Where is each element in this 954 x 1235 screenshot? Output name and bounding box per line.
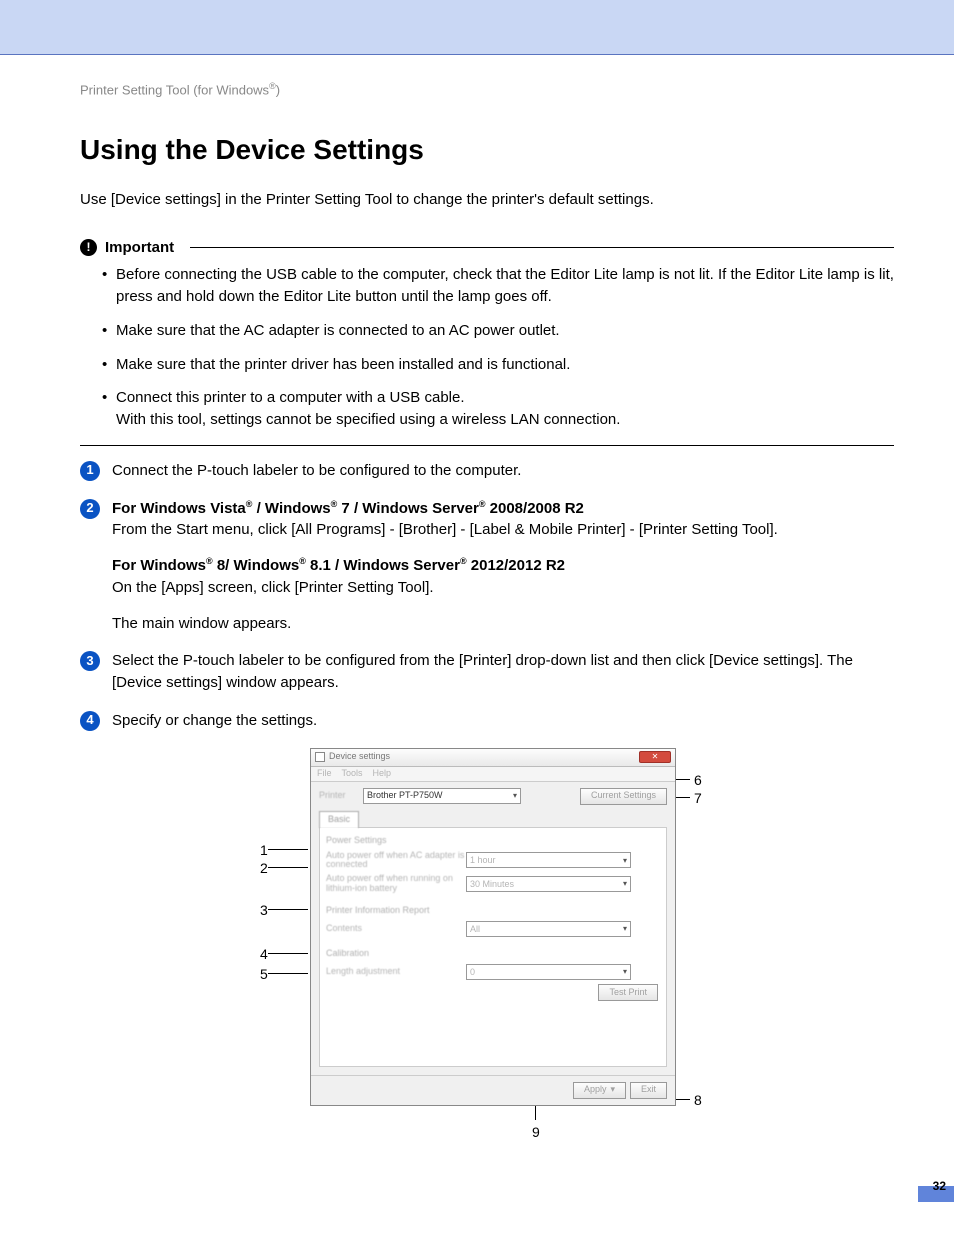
top-header-bar (0, 0, 954, 55)
important-label: Important (105, 237, 174, 259)
important-item: Make sure that the printer driver has be… (102, 354, 894, 376)
printer-value: Brother PT-P750W (367, 789, 443, 802)
window-icon (315, 752, 325, 762)
callout-5: 5 (260, 964, 308, 984)
group-cal-title: Calibration (326, 947, 660, 960)
important-icon: ! (80, 239, 97, 256)
important-section: ! Important Before connecting the USB ca… (80, 231, 894, 431)
callout-7: 7 (676, 788, 702, 808)
screenshot-with-callouts: 1 2 3 4 5 6 7 8 9 Device settings ✕ File… (280, 748, 710, 1106)
device-settings-screenshot: Device settings ✕ File Tools Help Printe… (310, 748, 676, 1106)
running-head-text: Printer Setting Tool (for Windows (80, 82, 269, 97)
menu-file[interactable]: File (317, 767, 332, 780)
printer-label: Printer (319, 789, 355, 802)
printer-combo[interactable]: Brother PT-P750W ▾ (363, 788, 521, 804)
current-settings-button[interactable]: Current Settings (580, 788, 667, 805)
opt2-label: Auto power off when running on lithium-i… (326, 874, 466, 894)
apply-button[interactable]: Apply▾ (573, 1082, 626, 1099)
page-number: 32 (933, 1178, 946, 1195)
chevron-down-icon: ▾ (513, 790, 517, 802)
callout-2: 2 (260, 858, 308, 878)
callout-8: 8 (676, 1090, 702, 1110)
chevron-down-icon: ▾ (623, 878, 627, 890)
chevron-down-icon: ▾ (623, 923, 627, 935)
step-body: Specify or change the settings. (112, 710, 894, 732)
step-number-badge: 1 (80, 461, 100, 481)
tab-basic[interactable]: Basic (319, 811, 359, 828)
step2-heading1: For Windows Vista® / Windows® 7 / Window… (112, 500, 584, 517)
page-title: Using the Device Settings (80, 130, 894, 171)
exit-button[interactable]: Exit (630, 1082, 667, 1099)
step-number-badge: 3 (80, 651, 100, 671)
group-info-title: Printer Information Report (326, 904, 660, 917)
menu-tools[interactable]: Tools (342, 767, 363, 780)
step: 2 For Windows Vista® / Windows® 7 / Wind… (80, 498, 894, 635)
chevron-down-icon: ▾ (623, 855, 627, 867)
steps-list: 1 Connect the P-touch labeler to be conf… (80, 460, 894, 732)
opt4-label: Length adjustment (326, 967, 466, 977)
step-body: Connect the P-touch labeler to be config… (112, 460, 894, 482)
page-content: Printer Setting Tool (for Windows®) Usin… (0, 55, 954, 1206)
close-icon[interactable]: ✕ (639, 751, 671, 763)
callout-3: 3 (260, 900, 308, 920)
step-number-badge: 2 (80, 499, 100, 519)
step-body: Select the P-touch labeler to be configu… (112, 650, 894, 694)
menubar: File Tools Help (311, 767, 675, 782)
intro-paragraph: Use [Device settings] in the Printer Set… (80, 189, 894, 211)
chevron-down-icon: ▾ (610, 1083, 615, 1096)
chevron-down-icon: ▾ (623, 966, 627, 978)
important-item: Before connecting the USB cable to the c… (102, 264, 894, 308)
window-titlebar: Device settings ✕ (311, 749, 675, 767)
important-item: Make sure that the AC adapter is connect… (102, 320, 894, 342)
step2-body3: The main window appears. (112, 613, 894, 635)
opt3-label: Contents (326, 924, 466, 934)
opt3-combo[interactable]: All▾ (466, 921, 631, 937)
opt2-combo[interactable]: 30 Minutes▾ (466, 876, 631, 892)
reg-mark: ® (269, 81, 276, 91)
step2-body1: From the Start menu, click [All Programs… (112, 521, 778, 538)
running-head-close: ) (276, 82, 280, 97)
running-head: Printer Setting Tool (for Windows®) (80, 80, 894, 100)
important-item: Connect this printer to a computer with … (102, 387, 894, 431)
menu-help[interactable]: Help (373, 767, 392, 780)
window-title: Device settings (329, 750, 390, 763)
step2-body2: On the [Apps] screen, click [Printer Set… (112, 579, 434, 596)
group-power-title: Power Settings (326, 834, 660, 847)
settings-panel: Power Settings Auto power off when AC ad… (319, 827, 667, 1067)
step: 1 Connect the P-touch labeler to be conf… (80, 460, 894, 482)
test-print-button[interactable]: Test Print (598, 984, 658, 1001)
dialog-footer: Apply▾ Exit (311, 1075, 675, 1105)
opt1-combo[interactable]: 1 hour▾ (466, 852, 631, 868)
section-divider (80, 445, 894, 446)
callout-4: 4 (260, 944, 308, 964)
step-body: For Windows Vista® / Windows® 7 / Window… (112, 498, 894, 635)
important-rule (190, 247, 894, 248)
step: 4 Specify or change the settings. (80, 710, 894, 732)
callout-9: 9 (532, 1106, 540, 1142)
opt4-combo[interactable]: 0▾ (466, 964, 631, 980)
step: 3 Select the P-touch labeler to be confi… (80, 650, 894, 694)
opt1-label: Auto power off when AC adapter is connec… (326, 851, 466, 871)
step-number-badge: 4 (80, 711, 100, 731)
step2-heading2: For Windows® 8/ Windows® 8.1 / Windows S… (112, 557, 565, 574)
